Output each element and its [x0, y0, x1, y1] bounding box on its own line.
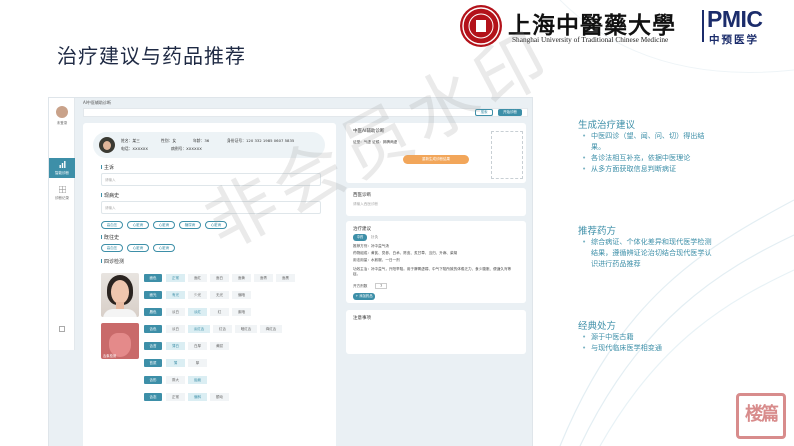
- section-list: 中医四诊（望、闻、问、切）得出结果。 各诊法相互补充，依据中医理论 从多方面获取…: [582, 130, 712, 174]
- tongue-option[interactable]: 面白: [210, 274, 229, 282]
- section-title: 推荐药方: [578, 226, 617, 237]
- bar-chart-icon: [59, 161, 66, 168]
- list-item: 各诊法相互补充，依据中医理论: [582, 152, 712, 163]
- tongue-option[interactable]: 正常: [166, 274, 185, 282]
- tab-acupuncture[interactable]: 针灸: [371, 235, 378, 240]
- tongue-photo[interactable]: 舌象检测: [101, 323, 139, 359]
- past-history-label: 既往史: [101, 234, 119, 241]
- pmic-logo: PMIC: [707, 6, 763, 32]
- patient-name: 姓名：某三: [121, 138, 140, 143]
- tongue-option[interactable]: 颤动: [210, 393, 229, 401]
- past-chip[interactable]: 心脏病: [127, 244, 149, 252]
- quantity-label: 开方剂数: [353, 284, 368, 288]
- tongue-option[interactable]: 薄白: [166, 342, 185, 350]
- tongue-row-tag: 面色: [144, 274, 162, 282]
- tongue-option[interactable]: 正常: [166, 393, 185, 401]
- list-item: 中医四诊（望、闻、问、切）得出结果。: [582, 130, 712, 152]
- upload-area[interactable]: [491, 131, 523, 179]
- treatment-title: 治疗建议: [353, 227, 371, 232]
- tongue-option[interactable]: 白厚: [188, 342, 207, 350]
- tongue-row-tag: 舌形: [144, 376, 162, 384]
- tongue-row-tag: 舌态: [144, 393, 162, 401]
- section-list: 源于中医古籍 与现代临床医学相变通: [582, 331, 712, 353]
- tongue-option[interactable]: 紫暗: [232, 308, 251, 316]
- tongue-option[interactable]: 少光: [188, 291, 207, 299]
- tab-herbal[interactable]: 中药: [353, 234, 367, 241]
- grid-icon: [59, 186, 66, 193]
- symptom-chip[interactable]: 心脏病: [127, 221, 149, 229]
- symptom-chip[interactable]: 高血压: [101, 221, 123, 229]
- tongue-option[interactable]: 淡白: [166, 308, 185, 316]
- symptom-chip[interactable]: 心脏病: [153, 221, 175, 229]
- sidebar-item-label: 诊断记录: [55, 196, 69, 200]
- patient-case-no: 病例号：XXXXXX: [171, 146, 202, 151]
- sidebar-item-records[interactable]: 诊断记录: [49, 183, 75, 203]
- prescription-usage: 用法用量：水煎服，一日一剂: [353, 258, 400, 262]
- tongue-row-tag: 面光: [144, 291, 162, 299]
- past-chip[interactable]: 高血压: [101, 244, 123, 252]
- patient-avatar: [99, 137, 115, 153]
- tongue-option[interactable]: 暗红舌: [235, 325, 257, 333]
- tongue-row-tag: 唇色: [144, 308, 162, 316]
- sidebar-item-label: 智能诊断: [55, 171, 69, 175]
- tongue-option[interactable]: 偏暗: [232, 291, 251, 299]
- tongue-option[interactable]: 淡红: [188, 308, 207, 316]
- history-label: 现病史: [101, 192, 119, 199]
- tongue-option[interactable]: 绛红舌: [260, 325, 282, 333]
- tongue-option[interactable]: 有光: [166, 291, 185, 299]
- section-title: 生成治疗建议: [578, 120, 636, 131]
- tongue-option[interactable]: 淡白: [166, 325, 185, 333]
- tongue-option[interactable]: 厚: [188, 359, 207, 367]
- quantity-stepper[interactable]: 7: [375, 283, 388, 289]
- notes-card: [346, 310, 526, 354]
- logo-divider: [702, 10, 704, 42]
- list-item: 从多方面获取信息判断病证: [582, 163, 712, 174]
- patient-phone: 电话：XXXXXX: [121, 146, 148, 151]
- prescription-name: 推荐方剂：补中益气汤: [353, 244, 389, 248]
- sidebar-user-label: 未登录: [56, 121, 68, 125]
- collapse-icon[interactable]: [59, 326, 65, 332]
- list-item: 与现代临床医学相变通: [582, 342, 712, 353]
- tongue-row-tag: 舌色: [144, 325, 162, 333]
- four-diagnosis-label: 四诊检测: [101, 258, 124, 265]
- pmic-logo-cn: 中预医学: [709, 34, 759, 46]
- tongue-row-tag: 舌苔: [144, 342, 162, 350]
- tongue-option[interactable]: 面青: [254, 274, 273, 282]
- slide: 治疗建议与药品推荐 上海中醫藥大學 Shanghai University of…: [0, 0, 794, 446]
- patient-gender: 性别：女: [161, 138, 177, 143]
- app-sidebar: 未登录 智能诊断 诊断记录: [49, 98, 75, 350]
- sidebar-item-diagnosis[interactable]: 智能诊断: [49, 158, 75, 178]
- tongue-photo-tag: 舌象检测: [103, 354, 117, 358]
- tongue-option[interactable]: 齿痕: [188, 376, 207, 384]
- tongue-option[interactable]: 胖大: [166, 376, 185, 384]
- avatar[interactable]: [56, 106, 68, 118]
- prescription-effect: 功效主治：补中益气，升阳举陷。用于脾胃虚弱、中气下陷所致的体倦乏力、食少腹胀、便…: [353, 267, 512, 276]
- complaint-label: 主诉: [101, 164, 114, 171]
- tongue-option[interactable]: 面红: [188, 274, 207, 282]
- list-item: 源于中医古籍: [582, 331, 712, 342]
- section-list: 综合病证、个体化差异和现代医学检测结果，遵循辨证论治切结合现代医学认识进行药品推…: [582, 236, 712, 269]
- tongue-option[interactable]: 面黑: [276, 274, 295, 282]
- tongue-option[interactable]: 淡红舌: [188, 325, 210, 333]
- breadcrumb: AI中医辅助诊断: [83, 100, 111, 105]
- tongue-option[interactable]: 面黄: [232, 274, 251, 282]
- tongue-option[interactable]: 薄: [166, 359, 185, 367]
- tongue-option[interactable]: 无光: [210, 291, 229, 299]
- prescription-composition: 药物组成：黄芪、党参、白术、陈皮、炙甘草、当归、升麻、柴胡: [353, 251, 458, 255]
- tongue-option[interactable]: 红舌: [213, 325, 232, 333]
- stamp: 楼篇: [736, 393, 786, 439]
- tongue-option[interactable]: 红: [210, 308, 229, 316]
- notes-title: 注意事项: [353, 316, 371, 321]
- tongue-option[interactable]: 偏斜: [188, 393, 207, 401]
- add-medicine-button[interactable]: + 添加药品: [353, 293, 375, 300]
- patient-age: 年龄：36: [193, 138, 210, 143]
- list-item: 综合病证、个体化差异和现代医学检测结果，遵循辨证论治切结合现代医学认识进行药品推…: [582, 236, 712, 269]
- tongue-option[interactable]: 黄腻: [210, 342, 229, 350]
- section-title: 经典处方: [578, 321, 617, 332]
- face-photo[interactable]: [101, 273, 139, 317]
- past-chip[interactable]: 心脏病: [153, 244, 175, 252]
- symptom-chip[interactable]: 糖尿病: [179, 221, 201, 229]
- tongue-row-tag: 苔质: [144, 359, 162, 367]
- slide-title: 治疗建议与药品推荐: [57, 44, 246, 68]
